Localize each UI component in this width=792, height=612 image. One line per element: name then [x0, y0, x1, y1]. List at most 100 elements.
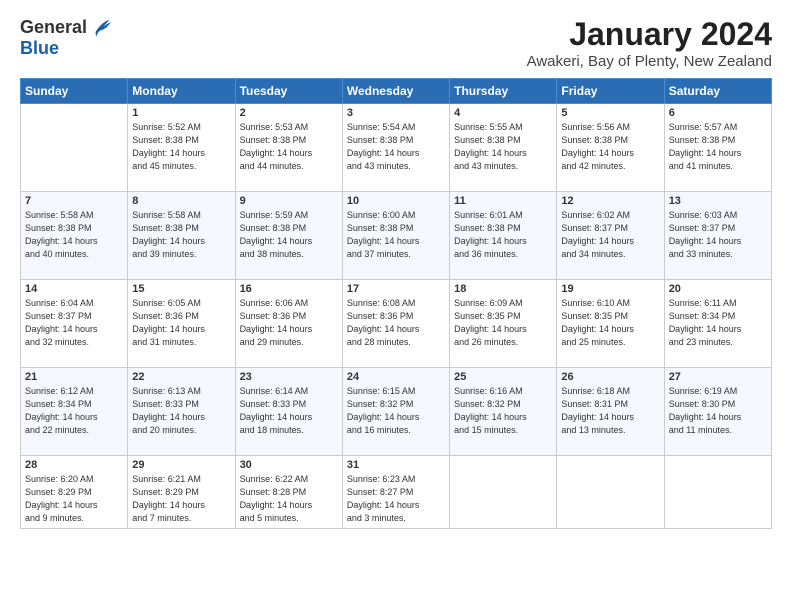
table-row: 9 Sunrise: 5:59 AM Sunset: 8:38 PM Daylig…: [235, 192, 342, 280]
day-number: 1: [132, 107, 230, 119]
day-number: 5: [561, 107, 659, 119]
day-info: Sunrise: 6:19 AM Sunset: 8:30 PM Dayligh…: [669, 385, 767, 437]
day-number: 23: [240, 371, 338, 383]
day-number: 4: [454, 107, 552, 119]
table-row: 5Sunrise: 5:56 AM Sunset: 8:38 PM Daylig…: [557, 104, 664, 192]
calendar-row: 28 Sunrise: 6:20 AM Sunset: 8:29 PM Dayli…: [21, 456, 772, 529]
col-sunday: Sunday: [21, 79, 128, 104]
day-info: Sunrise: 5:57 AM Sunset: 8:38 PM Dayligh…: [669, 121, 767, 173]
calendar-row: 14 Sunrise: 6:04 AM Sunset: 8:37 PM Dayli…: [21, 280, 772, 368]
day-info: Sunrise: 6:22 AM Sunset: 8:28 PM Dayligh…: [240, 473, 338, 525]
day-info: Sunrise: 5:52 AM Sunset: 8:38 PM Dayligh…: [132, 121, 230, 173]
table-row: 7Sunrise: 5:58 AM Sunset: 8:38 PM Daylig…: [21, 192, 128, 280]
day-number: 6: [669, 107, 767, 119]
col-wednesday: Wednesday: [342, 79, 449, 104]
table-row: 26 Sunrise: 6:18 AM Sunset: 8:31 PM Dayli…: [557, 368, 664, 456]
table-row: 28 Sunrise: 6:20 AM Sunset: 8:29 PM Dayli…: [21, 456, 128, 529]
logo-bird-icon: [89, 16, 111, 38]
table-row: [21, 104, 128, 192]
logo: General Blue: [20, 16, 111, 59]
table-row: 10Sunrise: 6:00 AM Sunset: 8:38 PM Dayli…: [342, 192, 449, 280]
main-title: January 2024: [527, 16, 772, 53]
table-row: 4 Sunrise: 5:55 AM Sunset: 8:38 PM Daylig…: [450, 104, 557, 192]
day-number: 18: [454, 283, 552, 295]
table-row: 20Sunrise: 6:11 AM Sunset: 8:34 PM Dayli…: [664, 280, 771, 368]
day-info: Sunrise: 6:18 AM Sunset: 8:31 PM Dayligh…: [561, 385, 659, 437]
logo-blue-text: Blue: [20, 38, 59, 59]
day-info: Sunrise: 6:14 AM Sunset: 8:33 PM Dayligh…: [240, 385, 338, 437]
table-row: 22 Sunrise: 6:13 AM Sunset: 8:33 PM Dayli…: [128, 368, 235, 456]
day-info: Sunrise: 6:04 AM Sunset: 8:37 PM Dayligh…: [25, 297, 123, 349]
day-info: Sunrise: 6:15 AM Sunset: 8:32 PM Dayligh…: [347, 385, 445, 437]
day-info: Sunrise: 6:10 AM Sunset: 8:35 PM Dayligh…: [561, 297, 659, 349]
table-row: 12 Sunrise: 6:02 AM Sunset: 8:37 PM Dayli…: [557, 192, 664, 280]
day-number: 2: [240, 107, 338, 119]
table-row: 14 Sunrise: 6:04 AM Sunset: 8:37 PM Dayli…: [21, 280, 128, 368]
day-info: Sunrise: 6:05 AM Sunset: 8:36 PM Dayligh…: [132, 297, 230, 349]
day-info: Sunrise: 6:02 AM Sunset: 8:37 PM Dayligh…: [561, 209, 659, 261]
day-info: Sunrise: 5:58 AM Sunset: 8:38 PM Dayligh…: [132, 209, 230, 261]
day-info: Sunrise: 6:03 AM Sunset: 8:37 PM Dayligh…: [669, 209, 767, 261]
table-row: 8 Sunrise: 5:58 AM Sunset: 8:38 PM Daylig…: [128, 192, 235, 280]
day-info: Sunrise: 6:09 AM Sunset: 8:35 PM Dayligh…: [454, 297, 552, 349]
col-saturday: Saturday: [664, 79, 771, 104]
table-row: 1 Sunrise: 5:52 AM Sunset: 8:38 PM Daylig…: [128, 104, 235, 192]
table-row: [557, 456, 664, 529]
day-number: 24: [347, 371, 445, 383]
table-row: 2 Sunrise: 5:53 AM Sunset: 8:38 PM Daylig…: [235, 104, 342, 192]
day-info: Sunrise: 6:12 AM Sunset: 8:34 PM Dayligh…: [25, 385, 123, 437]
day-info: Sunrise: 6:13 AM Sunset: 8:33 PM Dayligh…: [132, 385, 230, 437]
day-info: Sunrise: 6:01 AM Sunset: 8:38 PM Dayligh…: [454, 209, 552, 261]
day-number: 26: [561, 371, 659, 383]
day-info: Sunrise: 6:20 AM Sunset: 8:29 PM Dayligh…: [25, 473, 123, 525]
day-info: Sunrise: 6:11 AM Sunset: 8:34 PM Dayligh…: [669, 297, 767, 349]
table-row: 16 Sunrise: 6:06 AM Sunset: 8:36 PM Dayli…: [235, 280, 342, 368]
col-thursday: Thursday: [450, 79, 557, 104]
table-row: 15Sunrise: 6:05 AM Sunset: 8:36 PM Dayli…: [128, 280, 235, 368]
page: General Blue January 2024 Awakeri, Bay o…: [0, 0, 792, 612]
day-number: 13: [669, 195, 767, 207]
day-info: Sunrise: 6:23 AM Sunset: 8:27 PM Dayligh…: [347, 473, 445, 525]
table-row: [450, 456, 557, 529]
table-row: 27 Sunrise: 6:19 AM Sunset: 8:30 PM Dayli…: [664, 368, 771, 456]
day-number: 25: [454, 371, 552, 383]
table-row: 11Sunrise: 6:01 AM Sunset: 8:38 PM Dayli…: [450, 192, 557, 280]
table-row: 18 Sunrise: 6:09 AM Sunset: 8:35 PM Dayli…: [450, 280, 557, 368]
day-number: 22: [132, 371, 230, 383]
header: General Blue January 2024 Awakeri, Bay o…: [20, 16, 772, 70]
day-number: 29: [132, 459, 230, 471]
day-info: Sunrise: 6:06 AM Sunset: 8:36 PM Dayligh…: [240, 297, 338, 349]
subtitle: Awakeri, Bay of Plenty, New Zealand: [527, 53, 772, 70]
table-row: 3Sunrise: 5:54 AM Sunset: 8:38 PM Daylig…: [342, 104, 449, 192]
table-row: 19 Sunrise: 6:10 AM Sunset: 8:35 PM Dayli…: [557, 280, 664, 368]
col-tuesday: Tuesday: [235, 79, 342, 104]
day-info: Sunrise: 5:59 AM Sunset: 8:38 PM Dayligh…: [240, 209, 338, 261]
title-section: January 2024 Awakeri, Bay of Plenty, New…: [527, 16, 772, 70]
day-number: 9: [240, 195, 338, 207]
table-row: 6 Sunrise: 5:57 AM Sunset: 8:38 PM Daylig…: [664, 104, 771, 192]
day-number: 31: [347, 459, 445, 471]
day-number: 27: [669, 371, 767, 383]
day-info: Sunrise: 5:55 AM Sunset: 8:38 PM Dayligh…: [454, 121, 552, 173]
table-row: 13 Sunrise: 6:03 AM Sunset: 8:37 PM Dayli…: [664, 192, 771, 280]
table-row: 31 Sunrise: 6:23 AM Sunset: 8:27 PM Dayli…: [342, 456, 449, 529]
day-number: 16: [240, 283, 338, 295]
day-number: 8: [132, 195, 230, 207]
day-info: Sunrise: 6:00 AM Sunset: 8:38 PM Dayligh…: [347, 209, 445, 261]
calendar-row: 7 Sunrise: 5:58 AM Sunset: 8:38 PM Daylig…: [21, 192, 772, 280]
day-number: 7: [25, 195, 123, 207]
logo-general-text: General: [20, 17, 87, 38]
table-row: [664, 456, 771, 529]
day-number: 14: [25, 283, 123, 295]
calendar-row: 21Sunrise: 6:12 AM Sunset: 8:34 PM Dayli…: [21, 368, 772, 456]
day-info: Sunrise: 5:53 AM Sunset: 8:38 PM Dayligh…: [240, 121, 338, 173]
table-row: 17Sunrise: 6:08 AM Sunset: 8:36 PM Dayli…: [342, 280, 449, 368]
day-number: 12: [561, 195, 659, 207]
day-info: Sunrise: 6:08 AM Sunset: 8:36 PM Dayligh…: [347, 297, 445, 349]
day-number: 28: [25, 459, 123, 471]
day-number: 19: [561, 283, 659, 295]
calendar-table: Sunday Monday Tuesday Wednesday Thursday…: [20, 78, 772, 529]
table-row: 25Sunrise: 6:16 AM Sunset: 8:32 PM Dayli…: [450, 368, 557, 456]
table-row: 29Sunrise: 6:21 AM Sunset: 8:29 PM Dayli…: [128, 456, 235, 529]
day-number: 30: [240, 459, 338, 471]
